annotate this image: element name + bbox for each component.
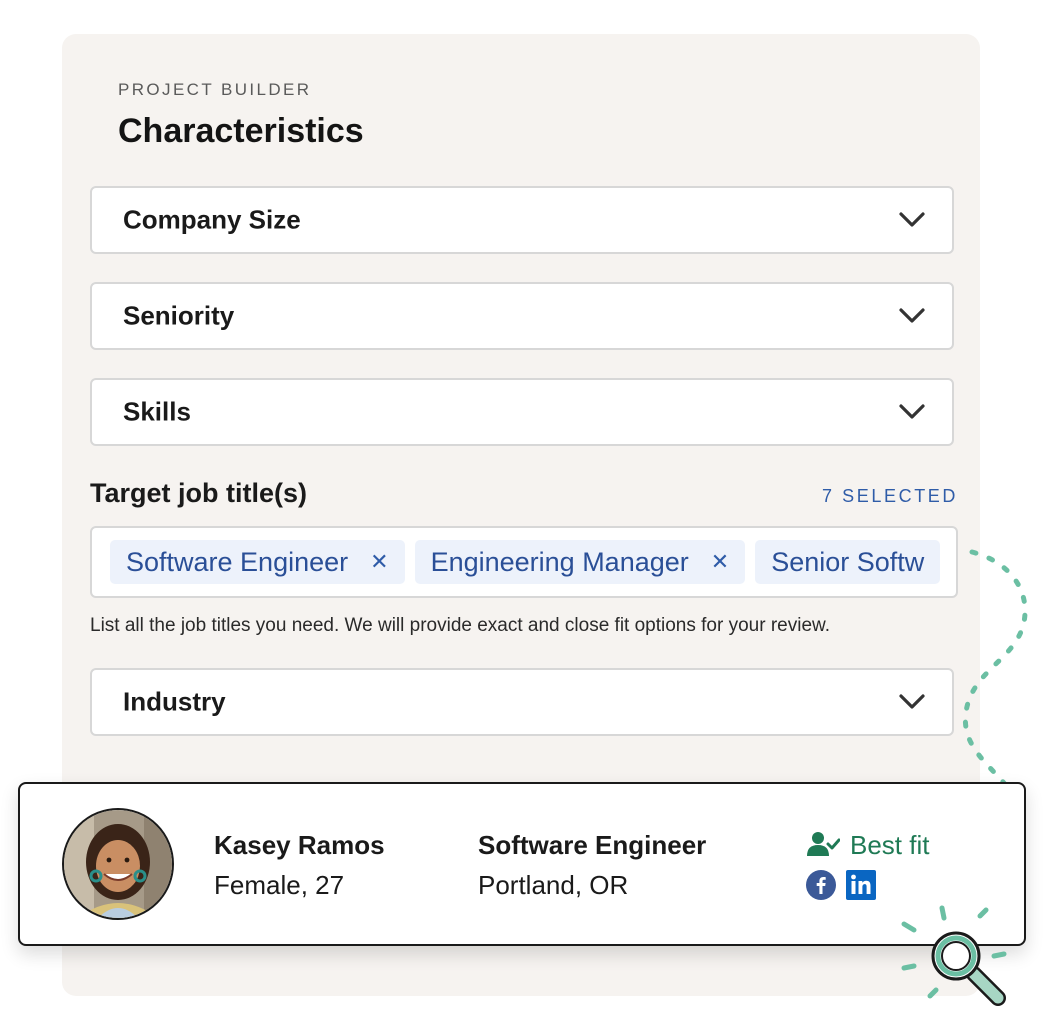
candidate-card[interactable]: Kasey Ramos Female, 27 Software Engineer…: [18, 782, 1026, 946]
job-titles-helper-text: List all the job titles you need. We wil…: [90, 615, 830, 636]
job-titles-input[interactable]: Software Engineer ✕ Engineering Manager …: [90, 526, 958, 598]
company-size-dropdown[interactable]: Company Size: [90, 186, 954, 254]
chevron-down-icon: [899, 308, 925, 323]
tag-label: Engineering Manager: [430, 546, 689, 577]
page-title: Characteristics: [118, 112, 364, 150]
candidate-name: Kasey Ramos: [214, 830, 385, 860]
selected-count: 7 SELECTED: [821, 486, 958, 506]
tag-label: Software Engineer: [126, 546, 349, 577]
linkedin-icon[interactable]: [846, 870, 876, 900]
fit-status: Best fit: [850, 830, 930, 860]
user-check-icon: [807, 832, 840, 856]
candidate-location: Portland, OR: [478, 870, 629, 900]
industry-dropdown[interactable]: Industry: [90, 668, 954, 736]
skills-label: Skills: [123, 396, 191, 427]
job-titles-label: Target job title(s): [90, 478, 308, 508]
tag-label: Senior Softw: [771, 546, 925, 577]
job-title-tag: Software Engineer ✕: [110, 540, 405, 584]
page-eyebrow: PROJECT BUILDER: [118, 80, 312, 99]
chevron-down-icon: [899, 694, 925, 709]
seniority-dropdown[interactable]: Seniority: [90, 282, 954, 350]
avatar: [62, 808, 174, 920]
skills-dropdown[interactable]: Skills: [90, 378, 954, 446]
candidate-title: Software Engineer: [478, 830, 707, 860]
facebook-icon[interactable]: [806, 870, 836, 900]
candidate-meta: Female, 27: [214, 870, 345, 900]
remove-tag-icon[interactable]: ✕: [370, 549, 388, 575]
chevron-down-icon: [899, 404, 925, 419]
remove-tag-icon[interactable]: ✕: [711, 549, 729, 575]
job-title-tag: Engineering Manager ✕: [414, 540, 746, 584]
company-size-label: Company Size: [123, 204, 301, 235]
seniority-label: Seniority: [123, 300, 235, 331]
chevron-down-icon: [899, 212, 925, 227]
industry-label: Industry: [123, 686, 226, 717]
job-title-tag: Senior Softw: [755, 540, 941, 584]
